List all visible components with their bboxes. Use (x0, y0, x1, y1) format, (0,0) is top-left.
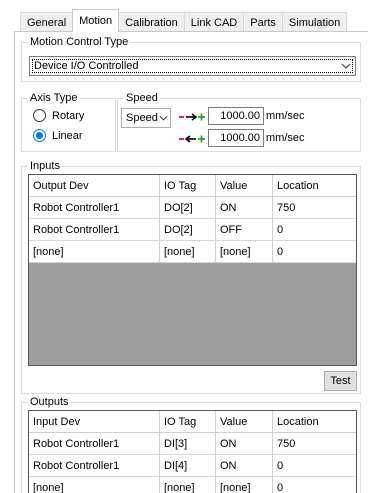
speed-title: Speed (124, 91, 160, 105)
radio-selected-icon (33, 129, 46, 142)
forward-speed-input[interactable]: 1000.00 (208, 107, 264, 125)
location-cell[interactable]: 750 (273, 197, 356, 218)
col-value[interactable]: Value (216, 411, 273, 432)
tab-link-cad[interactable]: Link CAD (183, 12, 245, 32)
inputs-table: Output Dev IO Tag Value Location Robot C… (28, 174, 357, 366)
motion-control-type-select[interactable]: Device I/O Controlled (29, 56, 356, 76)
input-dev-cell[interactable]: [none] (29, 477, 160, 493)
axis-type-group: Axis Type (21, 91, 116, 152)
chevron-down-icon (158, 112, 170, 124)
outputs-title: Outputs (28, 395, 71, 409)
outputs-table: Input Dev IO Tag Value Location Robot Co… (28, 410, 357, 493)
location-cell[interactable]: 750 (273, 433, 356, 454)
input-dev-cell[interactable]: Robot Controller1 (29, 455, 160, 476)
col-value[interactable]: Value (216, 175, 273, 196)
axis-type-title: Axis Type (28, 91, 80, 105)
forward-speed-unit: mm/sec (266, 110, 305, 122)
forward-direction-icon (178, 111, 206, 123)
io-tag-cell[interactable]: DI[3] (160, 433, 216, 454)
io-tag-cell[interactable]: [none] (160, 477, 216, 493)
motion-control-type-title: Motion Control Type (28, 35, 131, 49)
motion-tab-panel: Motion Control Type Device I/O Controlle… (14, 31, 368, 493)
motion-properties-window: General Motion Calibration Link CAD Part… (0, 0, 368, 493)
col-location[interactable]: Location (273, 175, 356, 196)
tab-bar: General Motion Calibration Link CAD Part… (20, 9, 348, 32)
col-output-dev[interactable]: Output Dev (29, 175, 160, 196)
value-cell[interactable]: ON (216, 455, 273, 476)
value-cell[interactable]: [none] (216, 477, 273, 493)
tab-calibration[interactable]: Calibration (118, 12, 185, 32)
table-row[interactable]: Robot Controller1 DI[3] ON 750 (29, 433, 356, 455)
col-io-tag[interactable]: IO Tag (160, 411, 216, 432)
location-cell[interactable]: 0 (273, 241, 356, 262)
value-cell[interactable]: ON (216, 433, 273, 454)
io-tag-cell[interactable]: [none] (160, 241, 216, 262)
location-cell[interactable]: 0 (273, 477, 356, 493)
tab-motion[interactable]: Motion (72, 9, 120, 32)
table-row[interactable]: [none] [none] [none] 0 (29, 241, 356, 263)
inputs-title: Inputs (28, 159, 62, 173)
table-row[interactable]: Robot Controller1 DO[2] ON 750 (29, 197, 356, 219)
location-cell[interactable]: 0 (273, 219, 356, 240)
output-dev-cell[interactable]: Robot Controller1 (29, 219, 160, 240)
speed-mode-value: Speed (126, 112, 158, 124)
io-tag-cell[interactable]: DO[2] (160, 219, 216, 240)
col-io-tag[interactable]: IO Tag (160, 175, 216, 196)
col-input-dev[interactable]: Input Dev (29, 411, 160, 432)
reverse-direction-icon (178, 133, 206, 145)
speed-mode-select[interactable]: Speed (121, 108, 171, 128)
table-row[interactable]: Robot Controller1 DO[2] OFF 0 (29, 219, 356, 241)
value-cell[interactable]: ON (216, 197, 273, 218)
output-dev-cell[interactable]: Robot Controller1 (29, 197, 160, 218)
inputs-header-row: Output Dev IO Tag Value Location (29, 175, 356, 197)
tab-general[interactable]: General (20, 12, 74, 32)
input-dev-cell[interactable]: Robot Controller1 (29, 433, 160, 454)
rotary-label: Rotary (52, 109, 85, 122)
table-row[interactable]: Robot Controller1 DI[4] ON 0 (29, 455, 356, 477)
chevron-down-icon (337, 60, 355, 72)
outputs-header-row: Input Dev IO Tag Value Location (29, 411, 356, 433)
io-tag-cell[interactable]: DI[4] (160, 455, 216, 476)
test-button[interactable]: Test (324, 371, 357, 391)
output-dev-cell[interactable]: [none] (29, 241, 160, 262)
axis-type-linear-radio[interactable]: Linear (33, 129, 83, 142)
motion-control-type-value: Device I/O Controlled (34, 60, 139, 72)
col-location[interactable]: Location (273, 411, 356, 432)
reverse-speed-input[interactable]: 1000.00 (208, 129, 264, 147)
value-cell[interactable]: OFF (216, 219, 273, 240)
tab-parts[interactable]: Parts (243, 12, 283, 32)
linear-label: Linear (52, 129, 83, 142)
value-cell[interactable]: [none] (216, 241, 273, 262)
reverse-speed-unit: mm/sec (266, 132, 305, 144)
io-tag-cell[interactable]: DO[2] (160, 197, 216, 218)
axis-type-rotary-radio[interactable]: Rotary (33, 109, 84, 122)
tab-simulation[interactable]: Simulation (281, 12, 348, 32)
radio-circle-icon (33, 109, 46, 122)
table-row[interactable]: [none] [none] [none] 0 (29, 477, 356, 493)
location-cell[interactable]: 0 (273, 455, 356, 476)
